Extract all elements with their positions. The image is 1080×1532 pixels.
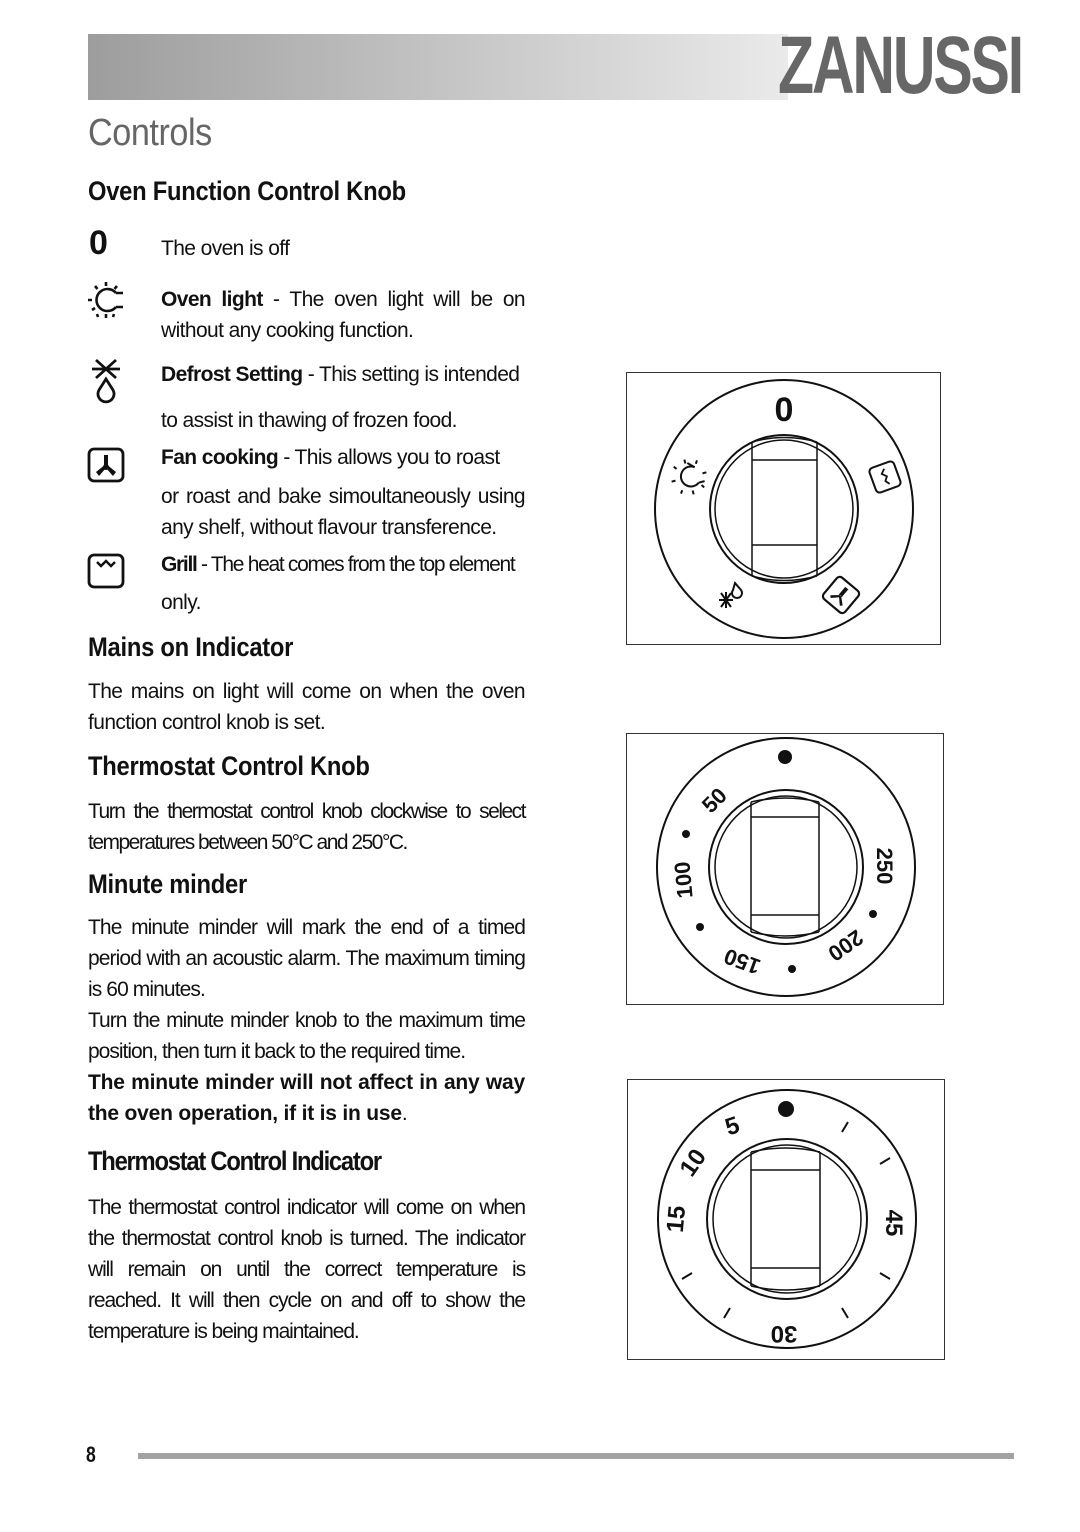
section-heading-minute-minder: Minute minder bbox=[88, 869, 247, 899]
minute-minder-text-1: The minute minder will mark the end of a… bbox=[88, 916, 526, 1001]
zanussi-logo: ZANUSSI bbox=[778, 20, 1024, 111]
oven-light-description: Oven light - The oven light will be on w… bbox=[161, 284, 526, 346]
minute-minder-bold-note: The minute minder will not affect in any… bbox=[88, 1071, 525, 1125]
knob-off-dot bbox=[778, 750, 792, 764]
oven-light-icon bbox=[88, 282, 123, 318]
knob-label-100: 100 bbox=[669, 861, 697, 900]
knob-defrost-icon bbox=[719, 580, 743, 608]
knob-label-50: 50 bbox=[697, 783, 732, 818]
header-gradient-bar bbox=[88, 34, 788, 100]
knob-label-zero: 0 bbox=[775, 391, 794, 429]
knob-label-5: 5 bbox=[722, 1112, 743, 1142]
knob-inner-ring-outer bbox=[709, 434, 859, 584]
thermostat-knob-text: Turn the thermostat control knob clockwi… bbox=[88, 800, 527, 854]
oven-light-label: Oven light bbox=[161, 288, 263, 311]
knob-label-15: 15 bbox=[662, 1205, 691, 1234]
section-heading-oven-function: Oven Function Control Knob bbox=[88, 176, 406, 206]
defrost-description-cont: to assist in thawing of frozen food. bbox=[161, 409, 458, 432]
page-title: Controls bbox=[88, 112, 212, 154]
grill-text: - The heat comes from the top element bbox=[196, 553, 516, 576]
minute-minder-note: The minute minder will not affect in any… bbox=[88, 1067, 525, 1129]
footer-rule bbox=[138, 1453, 1014, 1459]
knob-grill-icon bbox=[868, 460, 902, 494]
minute-minder-text-2: Turn the minute minder knob to the maxim… bbox=[88, 1009, 526, 1063]
page-number: 8 bbox=[86, 1442, 96, 1467]
section-heading-thermostat-knob: Thermostat Control Knob bbox=[88, 751, 370, 781]
defrost-description: Defrost Setting - This setting is intend… bbox=[161, 359, 525, 390]
knob-label-250: 250 bbox=[872, 848, 897, 885]
section-heading-thermostat-indicator: Thermostat Control Indicator bbox=[88, 1146, 382, 1176]
fan-cooking-icon bbox=[87, 447, 125, 483]
knob-scale-dot bbox=[788, 965, 796, 973]
grill-label: Grill bbox=[161, 553, 198, 576]
knob-scale-dot bbox=[869, 910, 877, 918]
defrost-text: - This setting is intended bbox=[302, 363, 520, 386]
defrost-icon bbox=[92, 358, 120, 404]
fan-cooking-description: Fan cooking - This allows you to roast bbox=[161, 442, 525, 473]
defrost-label: Defrost Setting bbox=[161, 363, 303, 386]
fan-cooking-description-cont: or roast and bake simoultaneously using … bbox=[161, 485, 526, 539]
grill-icon bbox=[87, 553, 125, 589]
grill-description: Grill - The heat comes from the top elem… bbox=[161, 549, 525, 580]
zero-symbol: 0 bbox=[89, 224, 108, 262]
knob-label-30: 30 bbox=[771, 1320, 798, 1347]
knob-label-10: 10 bbox=[675, 1144, 712, 1181]
oven-off-text: The oven is off bbox=[161, 237, 290, 260]
minute-minder-knob-diagram: 5 10 15 30 45 bbox=[627, 1079, 945, 1360]
knob-grip bbox=[750, 797, 820, 937]
knob-grip bbox=[751, 436, 818, 582]
thermostat-indicator-text: The thermostat control indicator will co… bbox=[88, 1196, 526, 1343]
thermostat-knob-diagram: 50 100 150 200 250 bbox=[626, 733, 944, 1005]
fan-cooking-text: - This allows you to roast bbox=[278, 446, 500, 469]
knob-off-dot bbox=[778, 1101, 794, 1117]
grill-description-cont: only. bbox=[161, 591, 201, 614]
knob-label-150: 150 bbox=[721, 944, 764, 980]
knob-grip bbox=[750, 1147, 821, 1291]
knob-scale-dot bbox=[682, 830, 690, 838]
minute-minder-note-end: . bbox=[401, 1102, 408, 1125]
mains-on-text: The mains on light will come on when the… bbox=[88, 680, 526, 734]
section-heading-mains-on: Mains on Indicator bbox=[88, 632, 294, 662]
knob-oven-light-icon bbox=[671, 459, 707, 495]
knob-scale-dot bbox=[696, 923, 704, 931]
knob-fan-icon bbox=[821, 575, 861, 615]
fan-cooking-label: Fan cooking bbox=[161, 446, 279, 469]
function-knob-diagram: 0 bbox=[626, 372, 941, 645]
knob-label-45: 45 bbox=[880, 1210, 907, 1237]
